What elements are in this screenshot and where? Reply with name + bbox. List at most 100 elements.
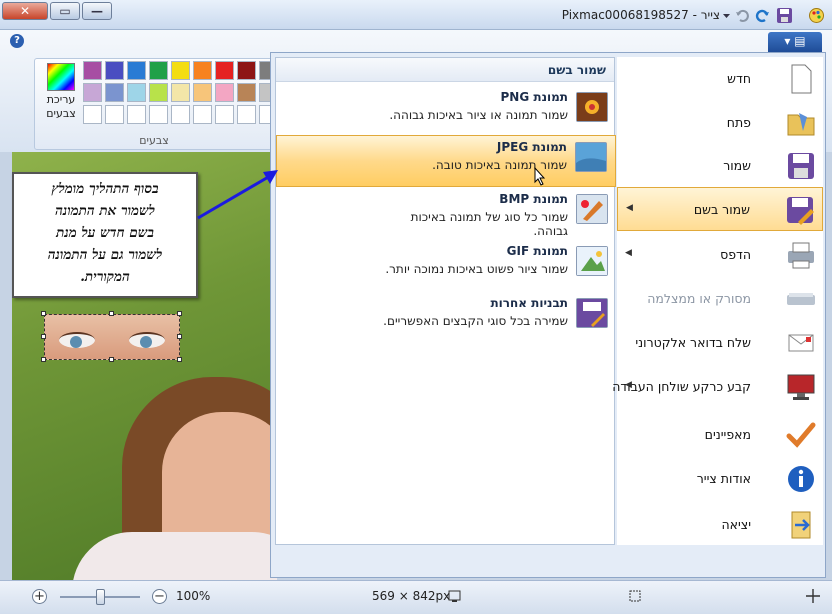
menu-item-label: מסורק או ממצלמה <box>647 291 751 306</box>
menu-item-exit[interactable]: יציאה <box>617 503 823 547</box>
save-as-submenu: שמור בשם תמונת PNG שמור תמונה או ציור באי… <box>275 57 616 545</box>
option-title: תמונת JPEG <box>496 140 567 154</box>
paint-app-icon <box>808 7 825 24</box>
status-bar: + − 100% 569 × 842px <box>0 580 832 614</box>
color-swatch[interactable] <box>149 83 168 102</box>
menu-item-about-info[interactable]: אודות צייר <box>617 457 823 501</box>
exit-icon <box>785 509 817 541</box>
eyes-selection[interactable] <box>44 314 180 360</box>
bmp-image-icon <box>576 194 608 224</box>
print-icon <box>785 239 817 271</box>
save-as-option-jpeg[interactable]: תמונת JPEG שמור תמונה באיכות טובה. <box>276 135 616 187</box>
other-formats-icon <box>576 298 608 328</box>
help-icon[interactable]: ? <box>10 34 24 48</box>
color-swatch[interactable] <box>215 83 234 102</box>
colors-group: עריכת צבעים צבעים <box>34 58 300 150</box>
right-eye <box>129 332 165 348</box>
option-title: תמונת BMP <box>499 192 568 206</box>
save-as-icon <box>784 194 816 226</box>
quick-save-icon[interactable] <box>776 7 793 24</box>
zoom-slider-thumb[interactable] <box>96 589 105 605</box>
custom-color-swatch[interactable] <box>83 105 102 124</box>
save-as-option-gif[interactable]: תמונת GIF שמור ציור פשוט באיכות נמוכה יות… <box>276 240 616 292</box>
selection-handle[interactable] <box>109 357 114 362</box>
jpeg-image-icon <box>575 142 607 172</box>
color-swatch[interactable] <box>149 61 168 80</box>
callout-line: לשמור את התמונה <box>55 203 155 219</box>
customize-qat-icon[interactable] <box>718 7 735 24</box>
color-swatch[interactable] <box>237 61 256 80</box>
save-as-option-other[interactable]: תבניות אחרות שמירה בכל סוגי הקבצים האפשרי… <box>276 292 616 344</box>
custom-color-swatch[interactable] <box>215 105 234 124</box>
selection-handle[interactable] <box>41 334 46 339</box>
zoom-slider[interactable] <box>60 589 140 605</box>
close-window-button[interactable]: ✕ <box>2 2 48 20</box>
menu-item-label: קבע כרקע שולחן העבודה <box>612 379 751 394</box>
zoom-in-button[interactable]: + <box>32 589 47 604</box>
option-title: תמונת GIF <box>506 244 568 258</box>
menu-item-label: מאפיינים <box>704 427 751 442</box>
app-menu-button[interactable]: ▾ ▤ <box>768 32 822 52</box>
color-swatch[interactable] <box>83 61 102 80</box>
selection-handle[interactable] <box>41 311 46 316</box>
png-image-icon <box>576 92 608 122</box>
redo-icon[interactable] <box>754 7 771 24</box>
selection-handle[interactable] <box>177 334 182 339</box>
open-folder-icon <box>785 107 817 139</box>
edit-colors-button[interactable]: עריכת צבעים <box>41 63 81 127</box>
callout-line: לשמור גם על התמונה <box>47 247 163 263</box>
edit-colors-label: עריכת צבעים <box>46 93 76 120</box>
selection-handle[interactable] <box>177 311 182 316</box>
menu-item-properties-check[interactable]: מאפיינים <box>617 413 823 457</box>
custom-color-swatch[interactable] <box>237 105 256 124</box>
color-swatch[interactable] <box>171 61 190 80</box>
scanner-icon <box>785 283 817 315</box>
about-info-icon <box>785 463 817 495</box>
selection-size-icon <box>628 589 642 606</box>
color-swatch[interactable] <box>83 83 102 102</box>
option-title: תבניות אחרות <box>490 296 568 310</box>
menu-item-label: פתח <box>726 115 751 130</box>
colors-group-label: צבעים <box>139 134 169 147</box>
menu-item-new[interactable]: חדש <box>617 57 823 101</box>
minimize-window-button[interactable]: — <box>82 2 112 20</box>
zoom-out-button[interactable]: − <box>152 589 167 604</box>
custom-color-swatch[interactable] <box>127 105 146 124</box>
selection-handle[interactable] <box>177 357 182 362</box>
option-description: שמור תמונה באיכות טובה. <box>432 158 567 172</box>
menu-item-save[interactable]: שמור <box>617 144 823 188</box>
color-swatch[interactable] <box>105 61 124 80</box>
save-as-option-bmp[interactable]: תמונת BMP שמור כל סוג של תמונה באיכות גבו… <box>276 188 616 240</box>
menu-item-print[interactable]: הדפס ◀ <box>617 233 823 277</box>
option-description: שמור תמונה או ציור באיכות גבוהה. <box>389 108 568 122</box>
menu-item-email[interactable]: שלח בדואר אלקטרוני <box>617 321 823 365</box>
color-swatch[interactable] <box>237 83 256 102</box>
color-swatch[interactable] <box>127 83 146 102</box>
app-menu-list: חדש פתח שמור שמור בשם ◀ הדפס ◀ מסורק או ממצלמה ש… <box>612 57 823 547</box>
custom-color-swatch[interactable] <box>105 105 124 124</box>
color-swatch[interactable] <box>127 61 146 80</box>
custom-color-swatch[interactable] <box>193 105 212 124</box>
option-description: שמור כל סוג של תמונה באיכות גבוהה. <box>410 210 568 238</box>
selection-handle[interactable] <box>41 357 46 362</box>
custom-color-swatch[interactable] <box>171 105 190 124</box>
color-swatch[interactable] <box>215 61 234 80</box>
menu-item-save-as[interactable]: שמור בשם ◀ <box>617 187 823 231</box>
instruction-callout: בסוף התהליך מומלץ לשמור את התמונה בשם חד… <box>12 172 198 298</box>
color-swatch[interactable] <box>193 61 212 80</box>
selection-handle[interactable] <box>109 311 114 316</box>
color-swatch[interactable] <box>171 83 190 102</box>
color-swatch[interactable] <box>105 83 124 102</box>
save-as-header: שמור בשם <box>276 58 614 82</box>
custom-color-swatch[interactable] <box>149 105 168 124</box>
menu-item-desktop-background[interactable]: קבע כרקע שולחן העבודה ◀ <box>612 365 823 409</box>
color-swatch[interactable] <box>193 83 212 102</box>
menu-item-open-folder[interactable]: פתח <box>617 101 823 145</box>
undo-icon[interactable] <box>734 7 751 24</box>
save-as-option-png[interactable]: תמונת PNG שמור תמונה או ציור באיכות גבוהה… <box>276 86 616 138</box>
maximize-window-button[interactable]: ▭ <box>50 2 80 20</box>
gif-image-icon <box>576 246 608 276</box>
edit-colors-icon <box>47 63 75 91</box>
submenu-arrow-icon: ◀ <box>625 380 632 390</box>
email-icon <box>785 327 817 359</box>
